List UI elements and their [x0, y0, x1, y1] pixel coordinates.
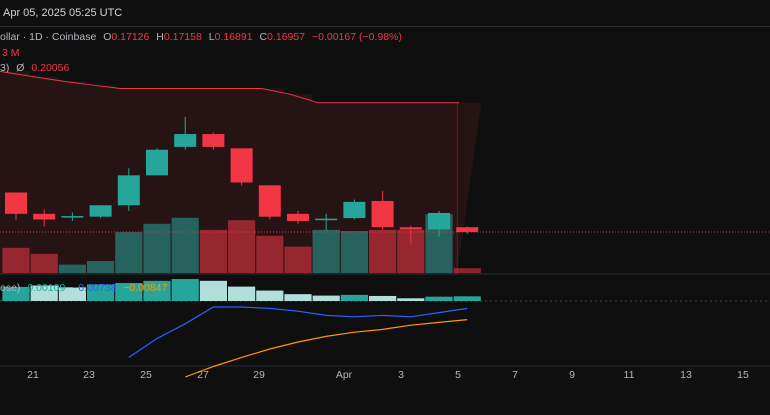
candle-body [33, 213, 56, 220]
x-tick-label: 27 [197, 369, 209, 381]
volume-bar [228, 220, 256, 273]
x-tick-label: 7 [512, 369, 518, 381]
histogram-bar [199, 280, 227, 301]
histogram-legend[interactable]: ose) 0.00109 −0.00738 −0.00847 [0, 282, 167, 294]
histogram-value-3: −0.00847 [123, 282, 168, 294]
x-tick-label: 5 [455, 369, 461, 381]
candle-body [456, 227, 479, 233]
histogram-bar [397, 298, 425, 301]
candle-body [5, 192, 27, 214]
volume-bar [2, 247, 30, 273]
candle-body [174, 134, 197, 147]
histogram-value-2: −0.00738 [72, 282, 117, 294]
x-tick-label: 25 [140, 369, 152, 381]
volume-bar [115, 232, 143, 273]
candle-body [343, 201, 366, 219]
candle-body [315, 218, 338, 221]
histogram-bar [171, 279, 199, 301]
volume-bar [340, 231, 368, 273]
histogram-bar [369, 295, 397, 301]
volume-bar [58, 264, 86, 273]
candle-body [258, 185, 281, 217]
candle-body [202, 134, 225, 147]
x-tick-label: 13 [680, 369, 692, 381]
x-tick-label: 11 [624, 369, 635, 381]
candle-body [428, 212, 450, 230]
volume-bar [199, 229, 227, 273]
x-tick-label: 23 [83, 369, 95, 381]
histogram-bar [340, 294, 368, 301]
histogram-bar [284, 294, 312, 301]
x-tick-label: Apr [336, 369, 353, 381]
candle-body [230, 148, 253, 183]
candle-body [117, 175, 140, 206]
volume-bar [171, 217, 199, 273]
candle-body [399, 227, 422, 230]
volume-bar [312, 229, 340, 273]
price-chart[interactable]: 21 23 25 27 29 Apr 3 5 7 9 11 13 15 [0, 0, 770, 415]
x-tick-label: 3 [398, 369, 404, 381]
x-axis: 21 23 25 27 29 Apr 3 5 7 9 11 13 15 [27, 369, 749, 381]
candle-body [61, 216, 84, 218]
volume-bar [87, 261, 115, 273]
volume-bar [143, 223, 171, 273]
candle-body [371, 201, 394, 228]
x-tick-label: 21 [27, 369, 39, 381]
x-tick-label: 29 [253, 369, 265, 381]
histogram-name[interactable]: ose) [0, 282, 20, 294]
volume-bar [256, 235, 284, 273]
histogram-bar [228, 286, 256, 301]
x-tick-label: 9 [569, 369, 575, 381]
volume-bar [453, 268, 481, 273]
volume-bar [369, 229, 397, 273]
histogram-bar [256, 290, 284, 301]
candle-body [146, 149, 168, 176]
histogram-bar [453, 296, 481, 301]
blue-line [128, 306, 468, 358]
orange-line [184, 319, 468, 378]
volume-bar [284, 246, 312, 273]
volume-bar [30, 253, 58, 273]
histogram-bar [425, 296, 453, 301]
histogram-bar [312, 295, 340, 301]
x-tick-label: 15 [737, 369, 749, 381]
histogram-value-1: 0.00109 [27, 282, 66, 294]
candle-body [287, 213, 309, 221]
candle-body [89, 205, 112, 217]
